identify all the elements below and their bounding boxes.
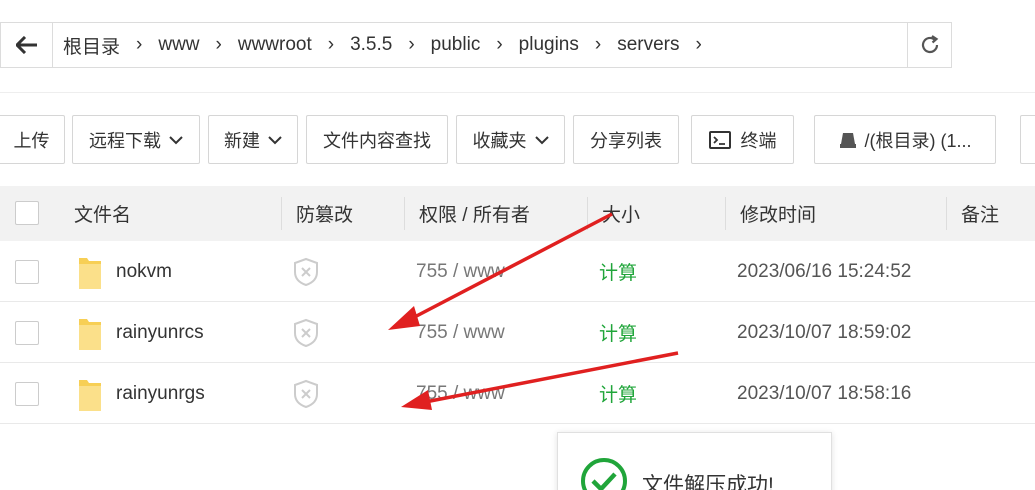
- favorites-label: 收藏夹: [472, 130, 527, 151]
- select-all-checkbox[interactable]: [15, 201, 39, 225]
- table-row[interactable]: rainyunrcs 755 / www 计算 2023/10/07 18:59…: [0, 302, 1035, 363]
- modified-time: 2023/10/07 18:58:16: [737, 382, 912, 404]
- folder-icon: [79, 258, 101, 289]
- calculate-size-link[interactable]: 计算: [599, 241, 637, 302]
- column-header-permission[interactable]: 权限 / 所有者: [419, 186, 530, 241]
- column-divider: [587, 197, 588, 230]
- shield-icon[interactable]: [292, 379, 320, 409]
- column-header-mtime[interactable]: 修改时间: [740, 186, 816, 241]
- shield-icon[interactable]: [292, 257, 320, 287]
- remote-download-button[interactable]: 远程下载: [72, 115, 200, 164]
- favorites-button[interactable]: 收藏夹: [456, 115, 565, 164]
- row-checkbox[interactable]: [15, 321, 39, 345]
- modified-time: 2023/06/16 15:24:52: [737, 260, 912, 282]
- remote-download-label: 远程下载: [89, 130, 161, 151]
- breadcrumb-item-root[interactable]: 根目录: [63, 32, 120, 59]
- breadcrumb-item-wwwroot[interactable]: wwwroot: [238, 34, 312, 56]
- share-list-button[interactable]: 分享列表: [573, 115, 679, 164]
- folder-icon: [79, 319, 101, 350]
- share-list-label: 分享列表: [590, 130, 662, 151]
- file-name[interactable]: rainyunrgs: [116, 363, 205, 424]
- upload-label: 上传: [13, 130, 50, 151]
- success-toast: 文件解压成功!: [557, 432, 832, 490]
- chevron-right-icon: ›: [408, 34, 415, 55]
- content-search-label: 文件内容查找: [323, 130, 431, 151]
- row-checkbox[interactable]: [15, 382, 39, 406]
- file-name[interactable]: nokvm: [116, 241, 172, 302]
- column-divider: [281, 197, 282, 230]
- back-button[interactable]: [1, 23, 53, 67]
- breadcrumb-item-www[interactable]: www: [158, 34, 199, 56]
- terminal-icon: [708, 130, 731, 149]
- column-divider: [946, 197, 947, 230]
- chevron-right-icon: ›: [496, 34, 503, 55]
- new-button[interactable]: 新建: [208, 115, 298, 164]
- column-header-name[interactable]: 文件名: [74, 186, 131, 241]
- disk-button[interactable]: /(根目录) (1...: [814, 115, 996, 164]
- disk-icon: [839, 132, 856, 148]
- calculate-size-link[interactable]: 计算: [599, 302, 637, 363]
- content-search-button[interactable]: 文件内容查找: [306, 115, 448, 164]
- divider: [0, 92, 1035, 93]
- chevron-right-icon: ›: [136, 34, 143, 55]
- shield-icon[interactable]: [292, 318, 320, 348]
- breadcrumb-item-version[interactable]: 3.5.5: [350, 34, 392, 56]
- refresh-button[interactable]: [907, 23, 951, 67]
- column-divider: [404, 197, 405, 230]
- table-row[interactable]: rainyunrgs 755 / www 计算 2023/10/07 18:58…: [0, 363, 1035, 424]
- row-checkbox[interactable]: [15, 260, 39, 284]
- check-circle-icon: [581, 458, 627, 490]
- column-header-tamper[interactable]: 防篡改: [296, 186, 353, 241]
- chevron-down-icon: [534, 135, 549, 144]
- chevron-right-icon: ›: [695, 34, 702, 55]
- folder-icon: [79, 380, 101, 411]
- terminal-button[interactable]: 终端: [691, 115, 794, 164]
- calculate-size-link[interactable]: 计算: [599, 363, 637, 424]
- column-divider: [725, 197, 726, 230]
- breadcrumb: 根目录 › www › wwwroot › 3.5.5 › public › plugin…: [63, 23, 718, 67]
- column-header-size[interactable]: 大小: [602, 186, 640, 241]
- disk-label: /(根目录) (1...: [864, 130, 972, 151]
- chevron-down-icon: [169, 135, 183, 144]
- upload-button[interactable]: 上传: [0, 115, 65, 164]
- chevron-right-icon: ›: [327, 34, 335, 55]
- breadcrumb-item-public[interactable]: public: [431, 34, 481, 56]
- column-header-note[interactable]: 备注: [961, 186, 999, 241]
- permission-owner[interactable]: 755 / www: [416, 241, 505, 302]
- file-name[interactable]: rainyunrcs: [116, 302, 204, 363]
- back-arrow-icon: [15, 36, 37, 54]
- new-label: 新建: [224, 130, 260, 151]
- modified-time: 2023/10/07 18:59:02: [737, 321, 912, 343]
- toast-message: 文件解压成功!: [642, 474, 774, 490]
- table-row[interactable]: nokvm 755 / www 计算 2023/06/16 15:24:52: [0, 241, 1035, 302]
- chevron-right-icon: ›: [594, 34, 602, 55]
- address-bar: 根目录 › www › wwwroot › 3.5.5 › public › plugin…: [0, 22, 952, 68]
- chevron-down-icon: [268, 135, 282, 144]
- breadcrumb-item-servers[interactable]: servers: [617, 34, 679, 56]
- table-header: 文件名 防篡改 权限 / 所有者 大小 修改时间 备注: [0, 186, 1035, 241]
- refresh-icon: [921, 35, 938, 54]
- more-button[interactable]: [1020, 115, 1035, 164]
- breadcrumb-item-plugins[interactable]: plugins: [519, 34, 579, 56]
- permission-owner[interactable]: 755 / www: [416, 302, 505, 363]
- chevron-right-icon: ›: [215, 34, 222, 55]
- permission-owner[interactable]: 755 / www: [416, 363, 505, 424]
- terminal-label: 终端: [740, 130, 777, 151]
